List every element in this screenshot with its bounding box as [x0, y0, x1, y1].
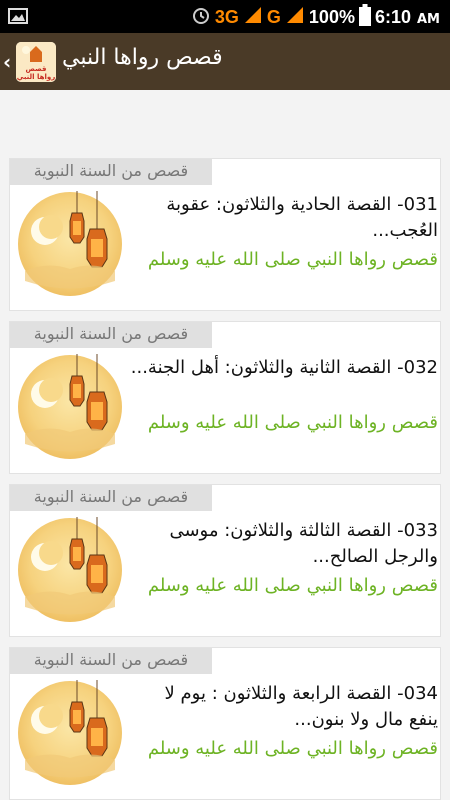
clock-ampm: AM [417, 12, 440, 27]
clock: 6:10 [374, 6, 411, 27]
lantern-thumbnail [17, 517, 123, 623]
battery-percent: 100% [308, 6, 355, 27]
lantern-thumbnail [17, 680, 123, 786]
status-bar: 3G G 100% 6:10 AM [0, 0, 450, 33]
network-g-label: G [266, 6, 281, 27]
category-tag: قصص من السنة النبوية [10, 322, 212, 348]
network-3g-label: 3G [214, 6, 239, 27]
back-chevron-icon[interactable]: ‹ [3, 50, 11, 74]
story-subtitle: قصص رواها النبي صلى الله عليه وسلم [147, 575, 438, 596]
story-title: 032- القصة الثانية والثلاثون: أهل الجنة.… [130, 357, 438, 378]
lantern-thumbnail [17, 191, 123, 297]
signal-icon [243, 5, 263, 29]
story-subtitle: قصص رواها النبي صلى الله عليه وسلم [147, 738, 438, 759]
story-card[interactable]: قصص من السنة النبوية 031- القصة الحادية … [9, 158, 441, 311]
story-card[interactable]: قصص من السنة النبوية 034- القصة الرابعة … [9, 647, 441, 800]
story-title: 034- القصة الرابعة والثلاثون : يوم لا ين… [164, 683, 438, 730]
story-card[interactable]: قصص من السنة النبوية 033- القصة الثالثة … [9, 484, 441, 637]
app-logo[interactable]: قصص رواها النبي [16, 42, 56, 82]
action-bar: ‹ قصص رواها النبي قصص رواها النبي [0, 33, 450, 90]
battery-icon [358, 4, 371, 30]
lantern-thumbnail [17, 354, 123, 460]
app-logo-text: قصص رواها النبي [16, 65, 56, 81]
category-tag: قصص من السنة النبوية [10, 485, 212, 511]
signal-icon-2 [285, 5, 305, 29]
story-title: 031- القصة الحادية والثلاثون: عقوبة العُ… [166, 194, 438, 241]
story-subtitle: قصص رواها النبي صلى الله عليه وسلم [147, 249, 438, 270]
story-subtitle: قصص رواها النبي صلى الله عليه وسلم [147, 412, 438, 433]
alarm-icon [191, 5, 211, 29]
category-tag: قصص من السنة النبوية [10, 648, 212, 674]
category-tag: قصص من السنة النبوية [10, 159, 212, 185]
story-list: قصص من السنة النبوية 031- القصة الحادية … [0, 90, 450, 800]
gallery-icon [8, 7, 28, 29]
story-card[interactable]: قصص من السنة النبوية 032- القصة الثانية … [9, 321, 441, 474]
page-title: قصص رواها النبي [62, 45, 223, 70]
story-title: 033- القصة الثالثة والثلاثون: موسى والرج… [169, 520, 438, 567]
